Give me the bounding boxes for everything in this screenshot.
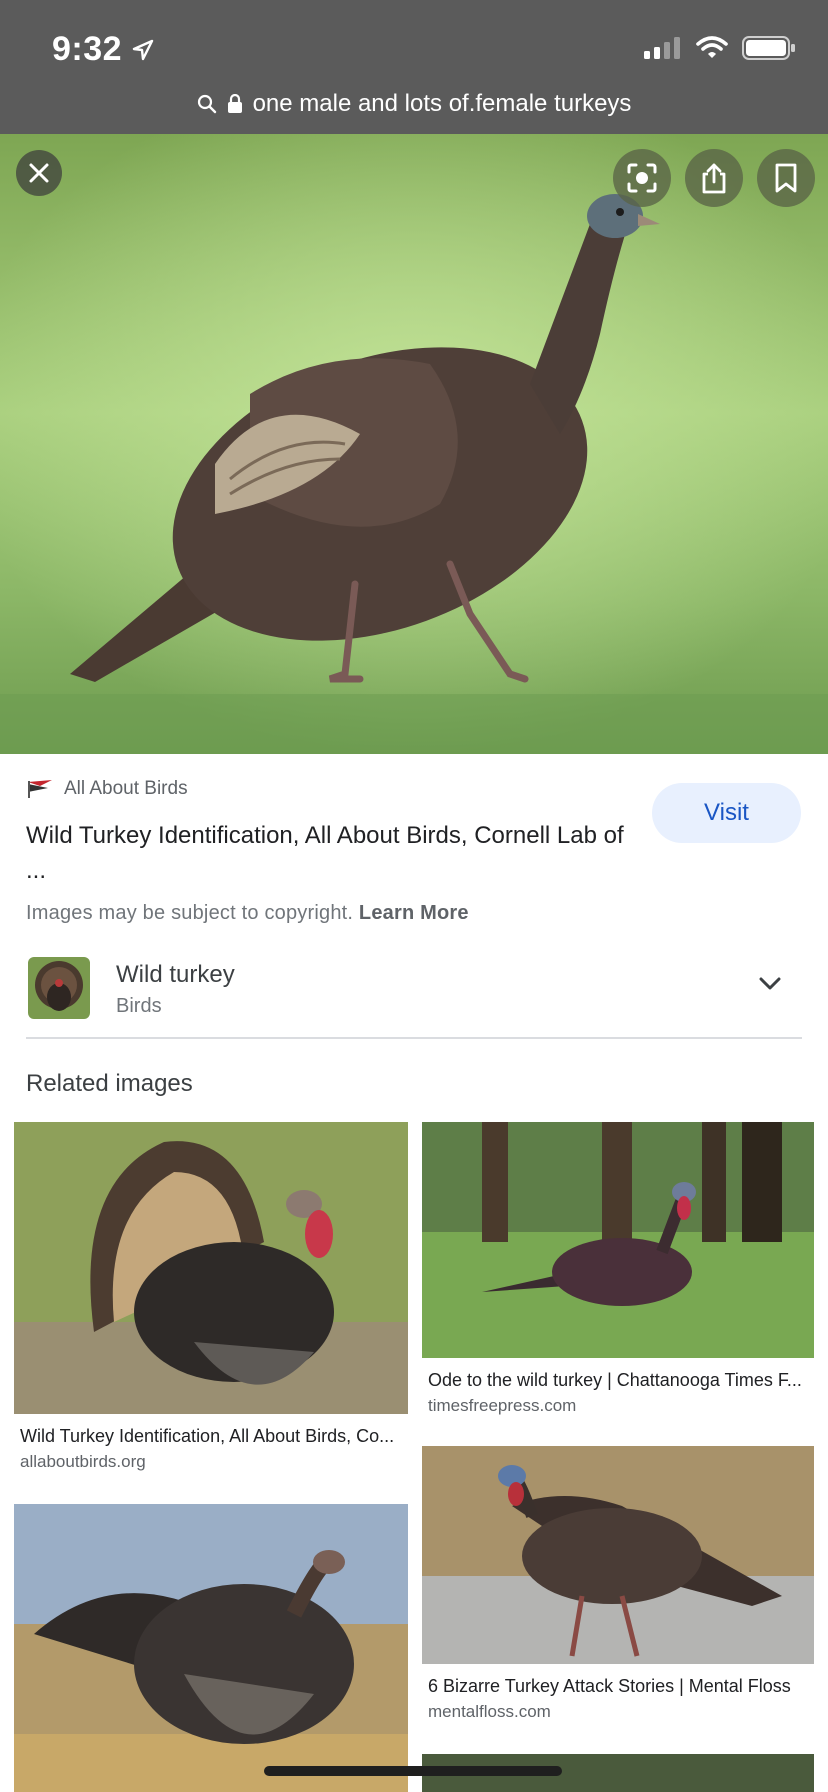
- lens-button[interactable]: [613, 149, 671, 207]
- search-query-text: one male and lots of.female turkeys: [252, 90, 632, 117]
- result-title[interactable]: Wild Turkey Identification, All About Bi…: [26, 818, 636, 888]
- home-indicator[interactable]: [264, 1766, 562, 1776]
- share-icon: [702, 163, 726, 194]
- address-bar[interactable]: one male and lots of.female turkeys: [0, 86, 828, 122]
- related-site: mentalfloss.com: [428, 1702, 551, 1721]
- status-icons: [644, 36, 796, 60]
- knowledge-category: Birds: [116, 995, 162, 1017]
- copyright-notice: Images may be subject to copyright. Lear…: [26, 902, 469, 925]
- source-name: All About Birds: [64, 778, 188, 799]
- hero-image[interactable]: [0, 134, 828, 754]
- share-button[interactable]: [685, 149, 743, 207]
- wifi-icon: [696, 36, 728, 58]
- bookmark-icon: [775, 163, 797, 193]
- close-button[interactable]: [16, 150, 62, 196]
- location-arrow-icon: [132, 39, 154, 60]
- related-thumbnail: [422, 1446, 814, 1664]
- related-image-card[interactable]: [14, 1504, 408, 1792]
- status-time: 9:32: [52, 30, 154, 69]
- status-time-text: 9:32: [52, 30, 123, 68]
- visit-button[interactable]: Visit: [652, 783, 801, 843]
- turkey-photo: [0, 134, 828, 754]
- related-image-card[interactable]: Ode to the wild turkey | Chattanooga Tim…: [422, 1122, 814, 1422]
- related-thumbnail: [422, 1122, 814, 1358]
- knowledge-thumbnail: [28, 957, 90, 1019]
- search-icon: [197, 94, 216, 114]
- chevron-down-icon[interactable]: [758, 975, 782, 991]
- wild-turkey-thumb: [28, 957, 90, 1019]
- knowledge-name: Wild turkey: [116, 961, 235, 988]
- related-thumbnail: [14, 1122, 408, 1414]
- browser-top-bar: 9:32 one male and lots of.female turkeys: [0, 0, 828, 134]
- related-site: allaboutbirds.org: [20, 1452, 146, 1471]
- related-title: Wild Turkey Identification, All About Bi…: [20, 1426, 395, 1446]
- related-image-card[interactable]: 6 Bizarre Turkey Attack Stories | Mental…: [422, 1446, 814, 1724]
- source-row[interactable]: All About Birds: [26, 778, 188, 800]
- cellular-signal-icon: [644, 37, 680, 59]
- related-thumbnail: [14, 1504, 408, 1792]
- close-icon: [29, 163, 49, 183]
- related-image-card[interactable]: Wild Turkey Identification, All About Bi…: [14, 1122, 408, 1480]
- copyright-text: Images may be subject to copyright.: [26, 902, 354, 924]
- battery-icon: [742, 36, 795, 60]
- save-button[interactable]: [757, 149, 815, 207]
- related-images-heading: Related images: [26, 1070, 193, 1097]
- learn-more-link[interactable]: Learn More: [359, 902, 469, 924]
- related-site: timesfreepress.com: [428, 1396, 577, 1415]
- related-title: Ode to the wild turkey | Chattanooga Tim…: [428, 1370, 802, 1390]
- related-title: 6 Bizarre Turkey Attack Stories | Mental…: [428, 1676, 791, 1696]
- lens-icon: [627, 163, 657, 193]
- lock-icon: [227, 94, 242, 113]
- knowledge-row[interactable]: Wild turkey Birds: [26, 955, 802, 1039]
- source-favicon: [28, 780, 52, 798]
